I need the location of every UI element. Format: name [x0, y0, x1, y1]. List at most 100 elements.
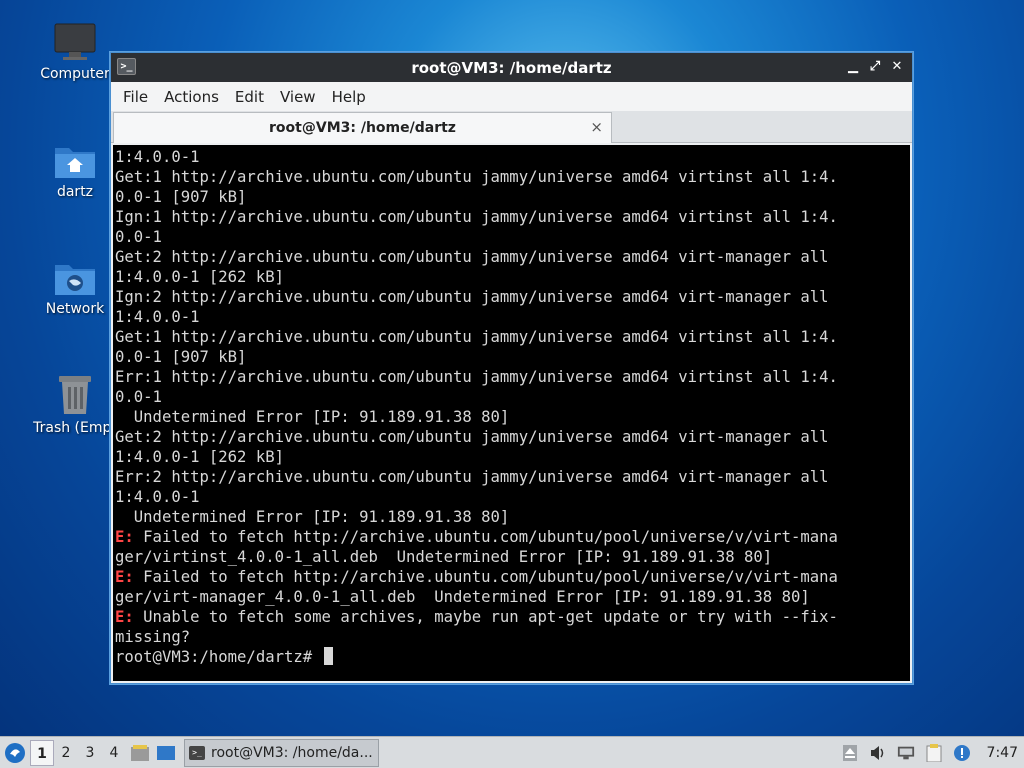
text-cursor — [323, 647, 333, 665]
terminal-line-text: Get:1 http://archive.ubuntu.com/ubuntu j… — [115, 168, 838, 186]
network-icon[interactable] — [897, 744, 915, 762]
terminal-window: >_ root@VM3: /home/dartz ▁ ⤢ ✕ File Acti… — [110, 52, 913, 684]
desktop-icon-label: dartz — [56, 184, 94, 200]
eject-icon[interactable] — [841, 744, 859, 762]
file-manager-launcher[interactable] — [128, 740, 152, 766]
terminal-line: Get:2 http://archive.ubuntu.com/ubuntu j… — [115, 427, 910, 447]
terminal-line: 1:4.0.0-1 — [115, 487, 910, 507]
terminal-line-text: 1:4.0.0-1 [262 kB] — [115, 448, 284, 466]
clipboard-icon[interactable] — [925, 744, 943, 762]
close-icon[interactable]: ✕ — [888, 57, 906, 77]
tab-bar: root@VM3: /home/dartz × — [111, 111, 912, 143]
terminal-line-text: 0.0-1 [907 kB] — [115, 348, 247, 366]
terminal-icon: >_ — [189, 745, 205, 760]
taskbar-task-terminal[interactable]: >_ root@VM3: /home/da... — [184, 738, 379, 767]
terminal-line-text: Get:2 http://archive.ubuntu.com/ubuntu j… — [115, 428, 829, 446]
menu-bar: File Actions Edit View Help — [111, 82, 912, 111]
menu-actions[interactable]: Actions — [156, 88, 227, 106]
terminal-line-text: ger/virtinst_4.0.0-1_all.deb Undetermine… — [115, 548, 773, 566]
terminal-line: missing? — [115, 627, 910, 647]
terminal-line: 1:4.0.0-1 — [115, 307, 910, 327]
terminal-line-text: Failed to fetch http://archive.ubuntu.co… — [133, 568, 838, 586]
menu-edit[interactable]: Edit — [227, 88, 272, 106]
desktop-icon-label: Trash (Empt — [33, 420, 117, 436]
terminal-line-text: Ign:1 http://archive.ubuntu.com/ubuntu j… — [115, 208, 838, 226]
update-notifier-icon[interactable] — [953, 744, 971, 762]
terminal-line: Get:1 http://archive.ubuntu.com/ubuntu j… — [115, 327, 910, 347]
taskbar: 1 2 3 4 >_ root@VM3: /home/da... 7:47 — [0, 736, 1024, 768]
terminal-line: 0.0-1 — [115, 227, 910, 247]
terminal-line: 0.0-1 [907 kB] — [115, 347, 910, 367]
terminal-line-text: 1:4.0.0-1 — [115, 148, 200, 166]
terminal-output[interactable]: 1:4.0.0-1 Get:1 http://archive.ubuntu.com… — [113, 145, 910, 681]
terminal-line-text: Err:2 http://archive.ubuntu.com/ubuntu j… — [115, 468, 829, 486]
trash-icon — [59, 376, 91, 414]
lubuntu-logo-icon — [5, 742, 25, 763]
menu-help[interactable]: Help — [324, 88, 374, 106]
terminal-line: E: Unable to fetch some archives, maybe … — [115, 607, 910, 627]
terminal-line-text: Get:1 http://archive.ubuntu.com/ubuntu j… — [115, 328, 838, 346]
maximize-icon[interactable]: ⤢ — [866, 57, 884, 77]
workspace-3-button[interactable]: 3 — [78, 740, 102, 766]
terminal-line-text: 0.0-1 [907 kB] — [115, 188, 247, 206]
menu-file[interactable]: File — [115, 88, 156, 106]
minimize-icon[interactable]: ▁ — [844, 57, 862, 77]
tab-close-icon[interactable]: × — [590, 118, 603, 136]
terminal-line: Err:1 http://archive.ubuntu.com/ubuntu j… — [115, 367, 910, 387]
desktop-icon-label: Computer — [40, 66, 110, 82]
error-prefix: E: — [115, 528, 134, 546]
terminal-line-text: ger/virt-manager_4.0.0-1_all.deb Undeter… — [115, 588, 810, 606]
terminal-line: Err:2 http://archive.ubuntu.com/ubuntu j… — [115, 467, 910, 487]
desktop-icon-label: Network — [45, 301, 105, 317]
terminal-line-text: missing? — [115, 628, 191, 646]
terminal-line-text: Failed to fetch http://archive.ubuntu.co… — [133, 528, 838, 546]
terminal-line-text: Undetermined Error [IP: 91.189.91.38 80] — [115, 408, 510, 426]
system-tray: 7:47 — [841, 737, 1024, 768]
show-desktop-button[interactable] — [154, 740, 178, 766]
terminal-line: 0.0-1 [907 kB] — [115, 187, 910, 207]
terminal-line: 1:4.0.0-1 — [115, 147, 910, 167]
terminal-line: 0.0-1 — [115, 387, 910, 407]
terminal-line: Undetermined Error [IP: 91.189.91.38 80] — [115, 407, 910, 427]
start-menu-button[interactable] — [0, 738, 30, 768]
menu-view[interactable]: View — [272, 88, 324, 106]
workspace-1-button[interactable]: 1 — [30, 739, 54, 766]
tab-label: root@VM3: /home/dartz — [269, 120, 456, 136]
network-folder-icon — [55, 265, 95, 295]
shell-prompt: root@VM3:/home/dartz# — [115, 648, 322, 666]
volume-icon[interactable] — [869, 744, 887, 762]
terminal-line: ger/virtinst_4.0.0-1_all.deb Undetermine… — [115, 547, 910, 567]
terminal-line: E: Failed to fetch http://archive.ubuntu… — [115, 567, 910, 587]
terminal-line-text: Err:1 http://archive.ubuntu.com/ubuntu j… — [115, 368, 838, 386]
home-folder-icon — [55, 148, 95, 178]
terminal-line: Ign:2 http://archive.ubuntu.com/ubuntu j… — [115, 287, 910, 307]
clock[interactable]: 7:47 — [987, 745, 1018, 761]
task-label: root@VM3: /home/da... — [211, 744, 373, 761]
terminal-line: E: Failed to fetch http://archive.ubuntu… — [115, 527, 910, 547]
terminal-line: ger/virt-manager_4.0.0-1_all.deb Undeter… — [115, 587, 910, 607]
workspace-4-button[interactable]: 4 — [102, 740, 126, 766]
error-prefix: E: — [115, 608, 134, 626]
terminal-line-text: Ign:2 http://archive.ubuntu.com/ubuntu j… — [115, 288, 829, 306]
file-manager-icon — [131, 744, 149, 761]
terminal-line: Ign:1 http://archive.ubuntu.com/ubuntu j… — [115, 207, 910, 227]
terminal-line-text: 1:4.0.0-1 [262 kB] — [115, 268, 284, 286]
terminal-line: 1:4.0.0-1 [262 kB] — [115, 447, 910, 467]
error-prefix: E: — [115, 568, 134, 586]
terminal-line: Undetermined Error [IP: 91.189.91.38 80] — [115, 507, 910, 527]
terminal-line: 1:4.0.0-1 [262 kB] — [115, 267, 910, 287]
window-titlebar[interactable]: >_ root@VM3: /home/dartz ▁ ⤢ ✕ — [111, 53, 912, 82]
terminal-app-icon[interactable]: >_ — [117, 58, 136, 75]
computer-icon — [54, 23, 96, 60]
terminal-line-text: Unable to fetch some archives, maybe run… — [133, 608, 838, 626]
prompt-line[interactable]: root@VM3:/home/dartz# — [115, 647, 910, 667]
desktop-icon — [157, 745, 175, 760]
workspace-2-button[interactable]: 2 — [54, 740, 78, 766]
terminal-line-text: 0.0-1 — [115, 388, 162, 406]
window-title: root@VM3: /home/dartz — [411, 58, 612, 77]
terminal-line: Get:2 http://archive.ubuntu.com/ubuntu j… — [115, 247, 910, 267]
terminal-line: Get:1 http://archive.ubuntu.com/ubuntu j… — [115, 167, 910, 187]
terminal-line-text: 0.0-1 — [115, 228, 162, 246]
tab-terminal[interactable]: root@VM3: /home/dartz × — [113, 112, 612, 143]
terminal-line-text: Undetermined Error [IP: 91.189.91.38 80] — [115, 508, 510, 526]
